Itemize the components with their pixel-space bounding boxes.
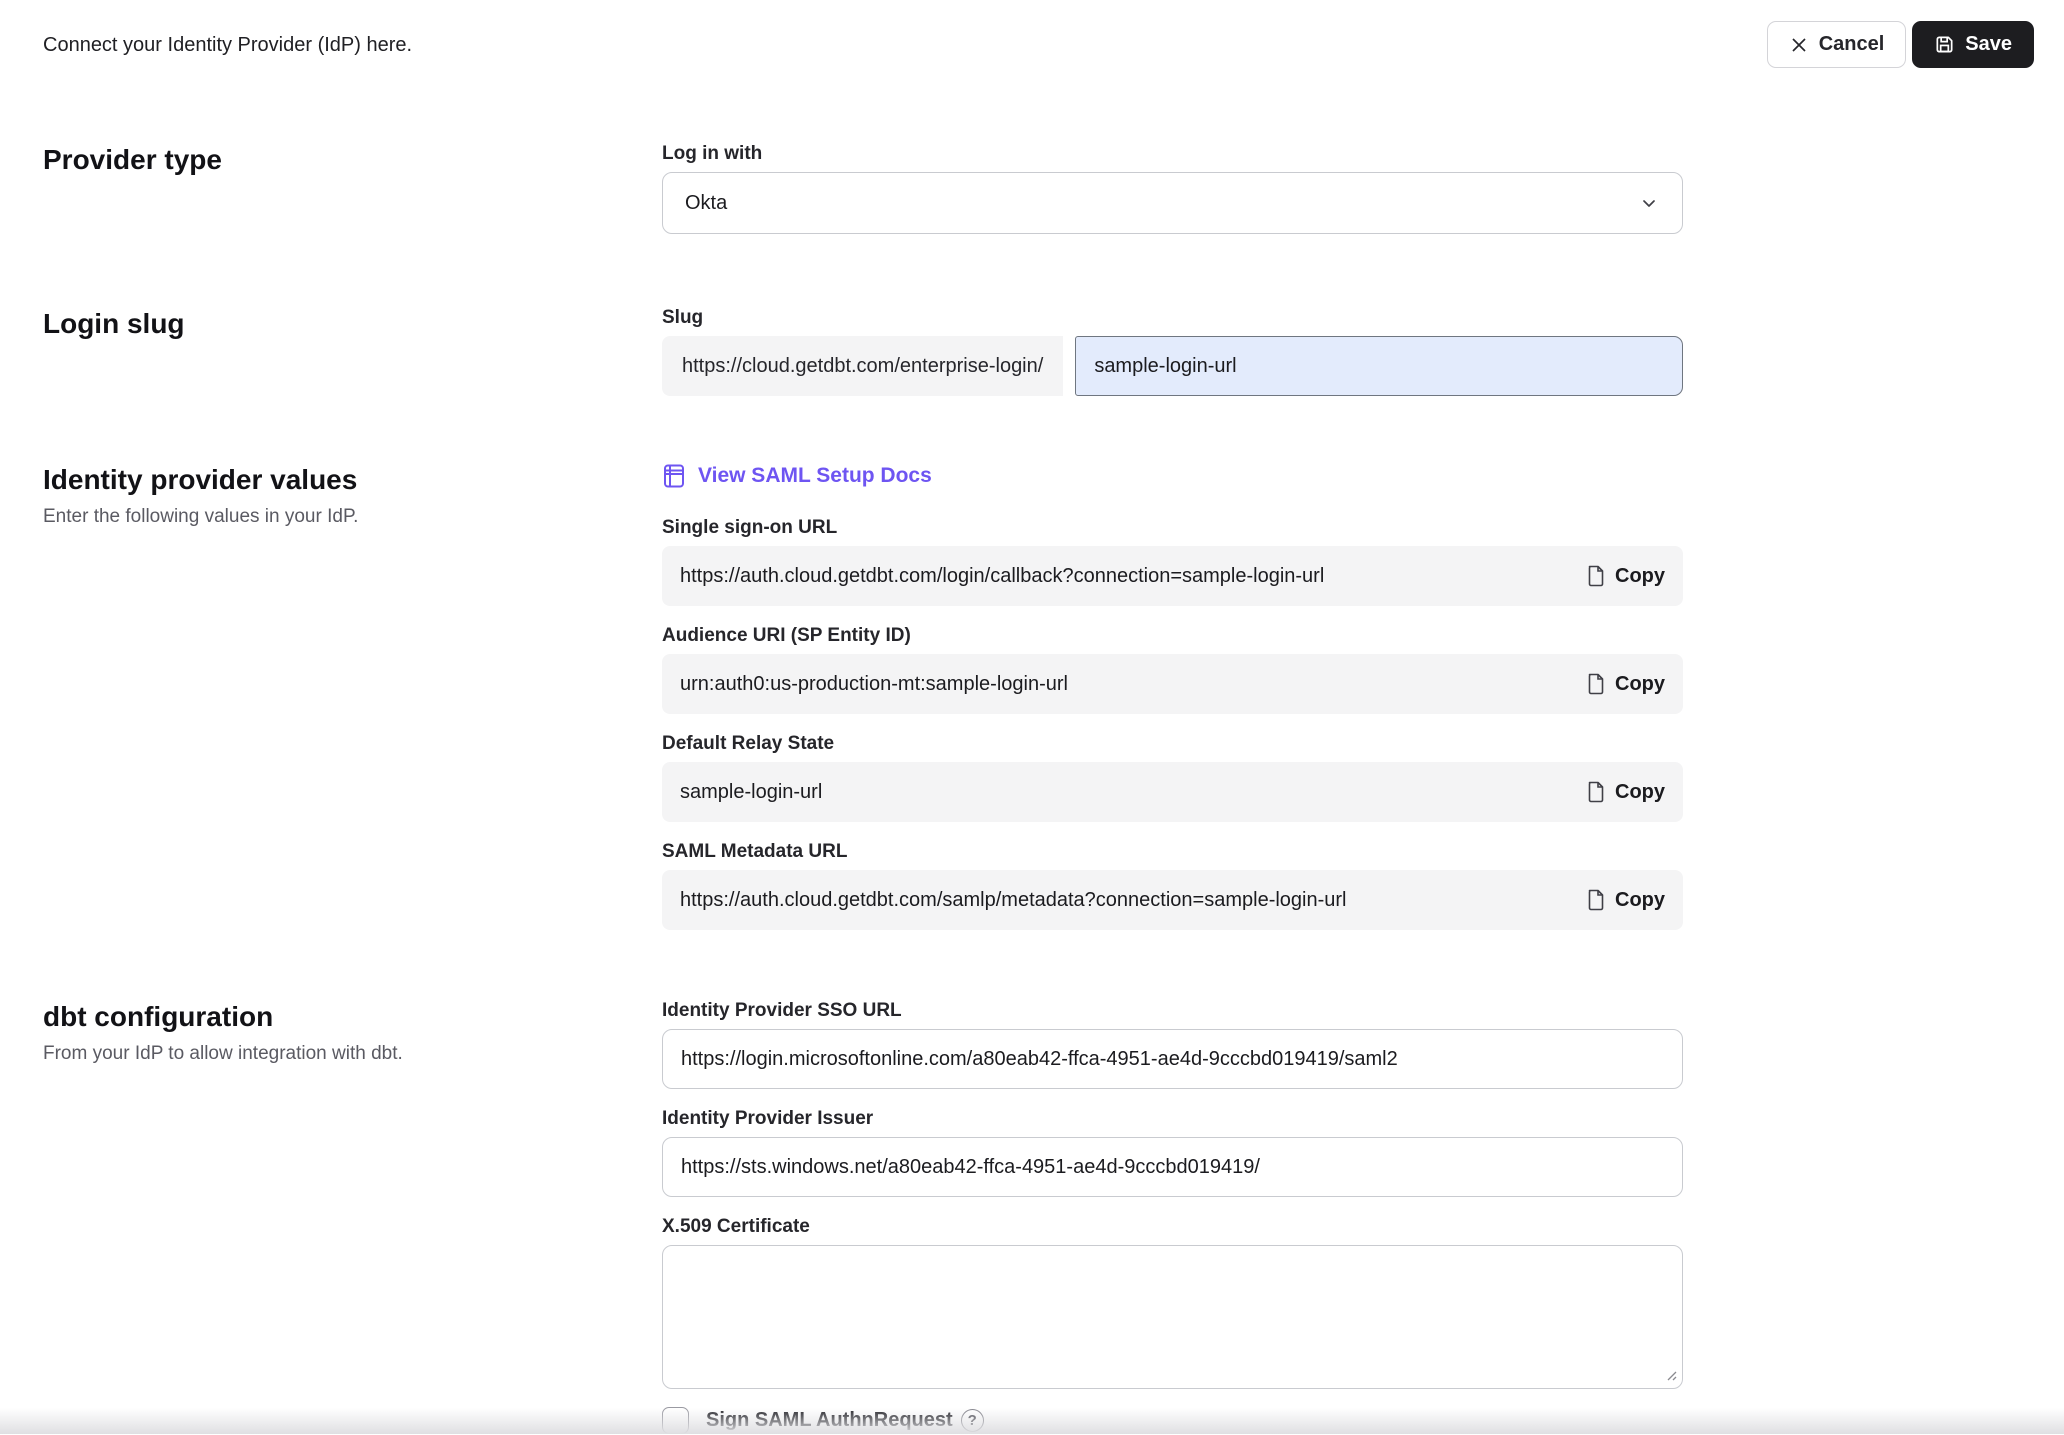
idp-values-section: Identity provider values Enter the follo… — [43, 462, 2064, 930]
sign-authn-label: Sign SAML AuthnRequest — [706, 1409, 953, 1432]
audience-uri-label: Audience URI (SP Entity ID) — [662, 624, 1683, 648]
provider-select[interactable]: Okta — [662, 172, 1683, 234]
copy-button-label: Copy — [1615, 781, 1665, 804]
idp-values-subheading: Enter the following values in your IdP. — [43, 506, 662, 528]
audience-uri-group: Audience URI (SP Entity ID) urn:auth0:us… — [662, 624, 1683, 714]
save-button-label: Save — [1965, 33, 2012, 56]
book-icon — [662, 463, 686, 489]
help-icon[interactable]: ? — [961, 1409, 984, 1432]
idp-sso-url-group: Identity Provider SSO URL — [662, 999, 1683, 1089]
copy-button-label: Copy — [1615, 565, 1665, 588]
dbt-configuration-heading: dbt configuration — [43, 999, 662, 1035]
slug-url-prefix: https://cloud.getdbt.com/enterprise-logi… — [662, 336, 1063, 396]
sso-url-field: https://auth.cloud.getdbt.com/login/call… — [662, 546, 1683, 606]
certificate-textarea[interactable] — [662, 1245, 1683, 1389]
sign-authn-row: Sign SAML AuthnRequest ? — [662, 1405, 1683, 1435]
sso-url-label: Single sign-on URL — [662, 516, 1683, 540]
header-bar: Connect your Identity Provider (IdP) her… — [0, 0, 2064, 90]
copy-button[interactable]: Copy — [1586, 564, 1665, 588]
relay-state-label: Default Relay State — [662, 732, 1683, 756]
login-slug-right: Slug https://cloud.getdbt.com/enterprise… — [662, 306, 1683, 396]
header-actions: Cancel Save — [1767, 21, 2034, 68]
login-slug-section: Login slug Slug https://cloud.getdbt.com… — [43, 306, 2064, 396]
idp-values-heading: Identity provider values — [43, 462, 662, 498]
relay-state-group: Default Relay State sample-login-url Cop… — [662, 732, 1683, 822]
saml-docs-link[interactable]: View SAML Setup Docs — [662, 462, 932, 490]
page-title: Connect your Identity Provider (IdP) her… — [43, 34, 412, 57]
dbt-configuration-subheading: From your IdP to allow integration with … — [43, 1043, 662, 1065]
metadata-url-label: SAML Metadata URL — [662, 840, 1683, 864]
idp-values-right: View SAML Setup Docs Single sign-on URL … — [662, 462, 1683, 930]
dbt-configuration-left: dbt configuration From your IdP to allow… — [43, 999, 662, 1435]
save-button[interactable]: Save — [1912, 21, 2034, 68]
idp-issuer-group: Identity Provider Issuer — [662, 1107, 1683, 1197]
idp-sso-url-label: Identity Provider SSO URL — [662, 999, 1683, 1023]
metadata-url-value: https://auth.cloud.getdbt.com/samlp/meta… — [680, 889, 1347, 912]
idp-values-left: Identity provider values Enter the follo… — [43, 462, 662, 930]
save-icon — [1934, 34, 1955, 55]
audience-uri-value: urn:auth0:us-production-mt:sample-login-… — [680, 673, 1068, 696]
certificate-label: X.509 Certificate — [662, 1215, 1683, 1239]
provider-type-heading: Provider type — [43, 142, 662, 178]
idp-issuer-input[interactable] — [662, 1137, 1683, 1197]
saml-docs-link-label: View SAML Setup Docs — [698, 462, 932, 490]
close-icon — [1789, 35, 1809, 55]
copy-button[interactable]: Copy — [1586, 888, 1665, 912]
idp-issuer-label: Identity Provider Issuer — [662, 1107, 1683, 1131]
cancel-button-label: Cancel — [1819, 33, 1885, 56]
slug-input[interactable] — [1075, 336, 1683, 396]
copy-icon — [1586, 672, 1606, 696]
login-slug-left: Login slug — [43, 306, 662, 396]
copy-button-label: Copy — [1615, 889, 1665, 912]
provider-type-right: Log in with Okta — [662, 142, 1683, 234]
copy-icon — [1586, 888, 1606, 912]
audience-uri-field: urn:auth0:us-production-mt:sample-login-… — [662, 654, 1683, 714]
copy-button-label: Copy — [1615, 673, 1665, 696]
copy-icon — [1586, 780, 1606, 804]
relay-state-value: sample-login-url — [680, 781, 822, 804]
provider-type-left: Provider type — [43, 142, 662, 234]
copy-icon — [1586, 564, 1606, 588]
certificate-group: X.509 Certificate — [662, 1215, 1683, 1389]
login-with-label: Log in with — [662, 142, 1683, 166]
slug-field-row: https://cloud.getdbt.com/enterprise-logi… — [662, 336, 1683, 396]
dbt-configuration-section: dbt configuration From your IdP to allow… — [43, 999, 2064, 1435]
provider-type-section: Provider type Log in with Okta — [43, 142, 2064, 234]
chevron-down-icon — [1638, 192, 1660, 214]
dbt-configuration-right: Identity Provider SSO URL Identity Provi… — [662, 999, 1683, 1435]
sign-authn-checkbox[interactable] — [662, 1407, 689, 1434]
copy-button[interactable]: Copy — [1586, 780, 1665, 804]
sso-url-group: Single sign-on URL https://auth.cloud.ge… — [662, 516, 1683, 606]
relay-state-field: sample-login-url Copy — [662, 762, 1683, 822]
metadata-url-field: https://auth.cloud.getdbt.com/samlp/meta… — [662, 870, 1683, 930]
slug-label: Slug — [662, 306, 1683, 330]
certificate-field-wrap — [662, 1245, 1683, 1389]
copy-button[interactable]: Copy — [1586, 672, 1665, 696]
settings-form: Provider type Log in with Okta Login slu… — [0, 142, 2064, 1435]
login-slug-heading: Login slug — [43, 306, 662, 342]
idp-sso-url-input[interactable] — [662, 1029, 1683, 1089]
cancel-button[interactable]: Cancel — [1767, 21, 1907, 68]
sso-url-value: https://auth.cloud.getdbt.com/login/call… — [680, 565, 1324, 588]
provider-select-value: Okta — [685, 192, 727, 215]
metadata-url-group: SAML Metadata URL https://auth.cloud.get… — [662, 840, 1683, 930]
